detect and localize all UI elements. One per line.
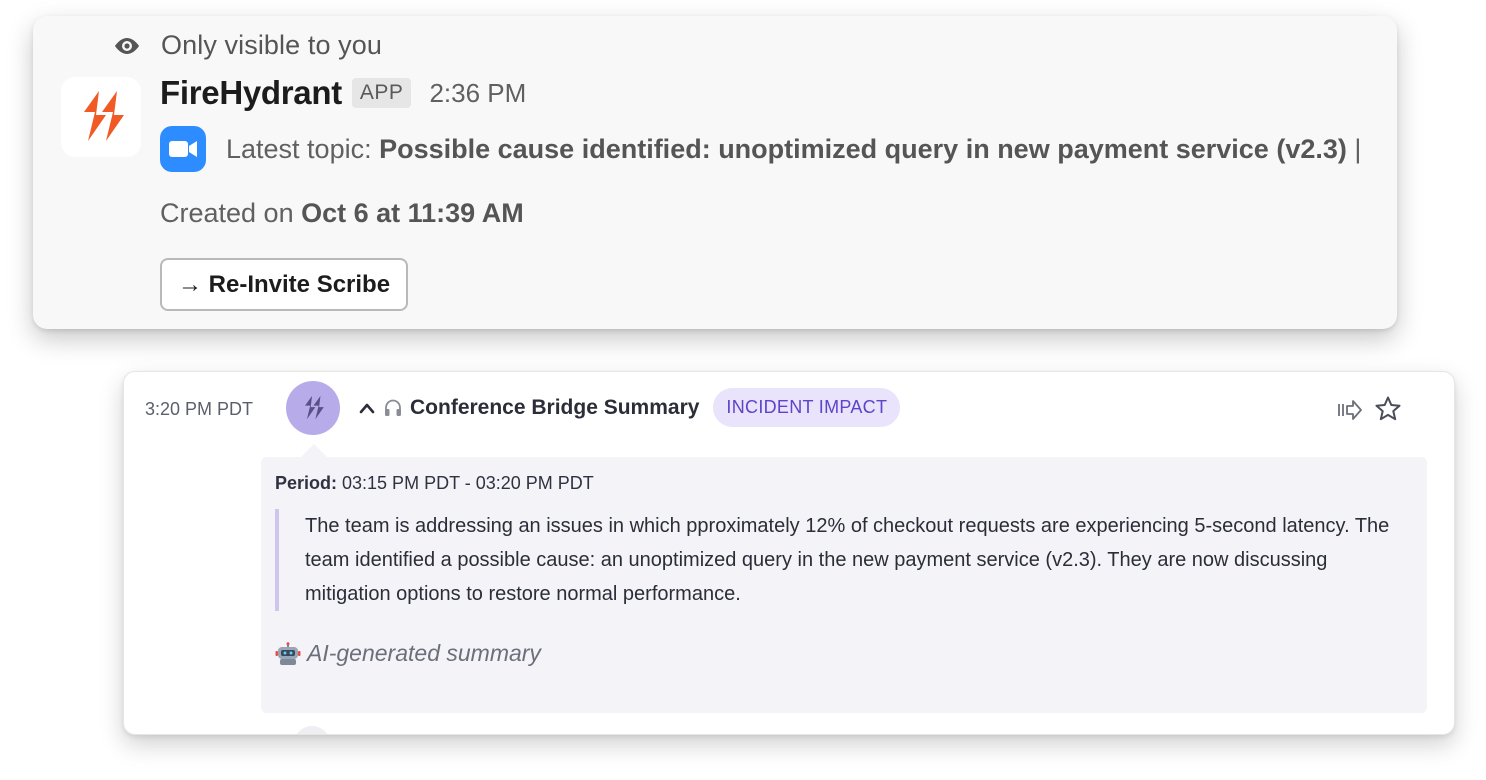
star-icon[interactable]: [1374, 395, 1402, 423]
latest-topic-row: Latest topic: Possible cause identified:…: [160, 126, 1361, 172]
ephemeral-notice: Only visible to you: [113, 30, 382, 61]
slack-message-card: Only visible to you FireHydrant APP 2:36…: [33, 16, 1397, 329]
entry-timestamp: 3:20 PM PDT: [145, 399, 254, 419]
robot-icon: [275, 641, 301, 665]
incident-impact-badge: INCIDENT IMPACT: [713, 388, 901, 427]
ai-summary-label-row: AI-generated summary: [275, 640, 541, 667]
chevron-up-icon[interactable]: [358, 401, 376, 415]
latest-topic-text: Latest topic: Possible cause identified:…: [226, 134, 1361, 165]
sender-name[interactable]: FireHydrant: [160, 74, 342, 112]
bot-avatar: [286, 381, 340, 435]
zoom-video-icon: [160, 126, 206, 172]
period-value: 03:15 PM PDT - 03:20 PM PDT: [337, 473, 594, 493]
created-prefix: Created on: [160, 198, 302, 228]
next-entry-avatar: [294, 726, 330, 734]
eye-icon: [115, 37, 139, 54]
summary-quote: The team is addressing an issues in whic…: [275, 509, 1405, 611]
topic-suffix: |: [1346, 133, 1362, 164]
message-timestamp[interactable]: 2:36 PM: [429, 78, 526, 109]
app-avatar[interactable]: [61, 77, 141, 157]
created-date: Oct 6 at 11:39 AM: [301, 198, 524, 228]
firehydrant-logo-icon: [84, 91, 124, 141]
topic-prefix: Latest topic:: [226, 133, 380, 164]
ai-summary-label: AI-generated summary: [307, 640, 541, 666]
topic-value: Possible cause identified: unoptimized q…: [379, 133, 1347, 164]
entry-title: Conference Bridge Summary: [410, 395, 700, 419]
timeline-entry-card: 3:20 PM PDT Conference Bridge Summary IN…: [123, 371, 1455, 735]
entry-header: Conference Bridge Summary INCIDENT IMPAC…: [358, 388, 901, 427]
app-badge: APP: [351, 78, 412, 108]
reinvite-scribe-button[interactable]: → Re-Invite Scribe: [160, 258, 409, 311]
period-label: Period:: [275, 473, 338, 493]
period-row: Period: 03:15 PM PDT - 03:20 PM PDT: [275, 473, 594, 494]
ephemeral-label: Only visible to you: [161, 30, 382, 60]
summary-pointer: [301, 444, 327, 457]
created-on-row: Created on Oct 6 at 11:39 AM: [160, 198, 524, 229]
headphones-icon: [385, 399, 401, 416]
message-header: FireHydrant APP 2:36 PM: [160, 74, 526, 112]
summary-box: Period: 03:15 PM PDT - 03:20 PM PDT The …: [261, 457, 1427, 713]
summary-text: The team is addressing an issues in whic…: [305, 515, 1390, 605]
firehydrant-logo-icon: [305, 395, 324, 420]
forward-icon[interactable]: [1337, 398, 1363, 422]
